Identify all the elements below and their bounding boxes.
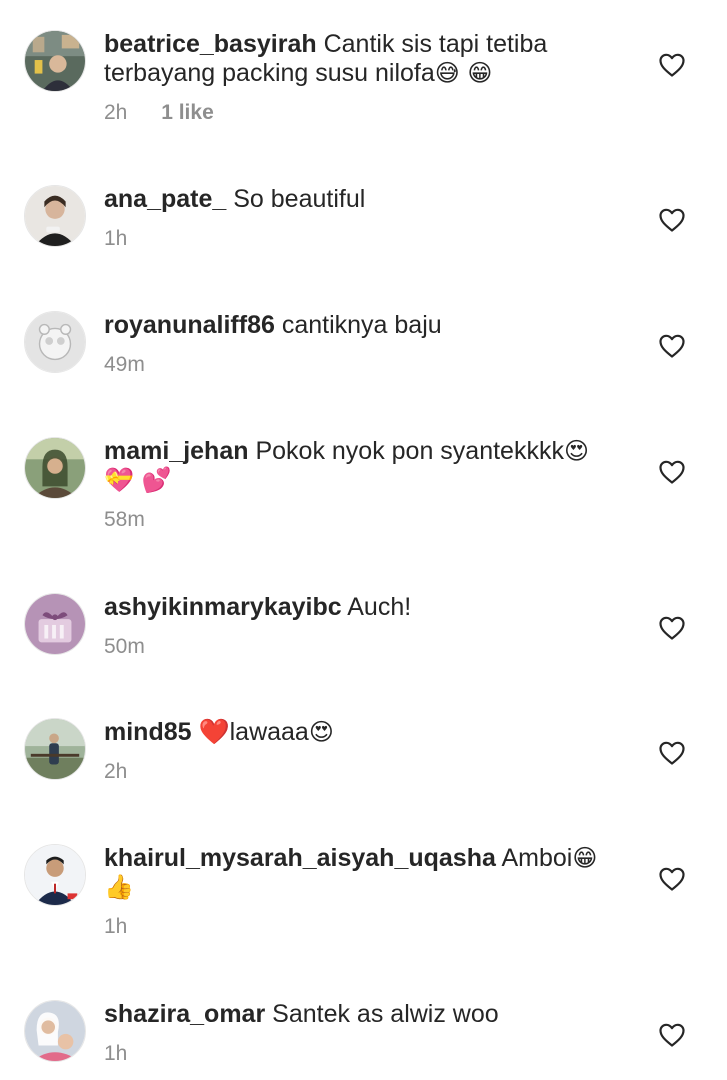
comment-text: cantiknya baju [281,311,442,339]
username-link[interactable]: mind85 [104,718,192,746]
username-link[interactable]: mami_jehan [104,437,249,465]
username-link[interactable]: beatrice_basyirah [104,30,317,58]
avatar[interactable] [24,718,86,780]
heart-outline-icon[interactable] [659,460,685,484]
heart-outline-icon[interactable] [659,741,685,765]
avatar[interactable] [24,311,86,373]
username-link[interactable]: ana_pate_ [104,185,226,213]
comment-text: Auch! [347,593,412,621]
username-link[interactable]: shazira_omar [104,1000,265,1028]
username-link[interactable]: khairul_mysarah_aisyah_uqasha [104,844,496,872]
comment-timestamp: 1h [104,915,128,938]
comment-text: ❤️lawaaa [198,718,309,746]
comment-timestamp: 58m [104,508,145,531]
avatar[interactable] [24,1000,86,1062]
heart-outline-icon[interactable] [659,334,685,358]
heart-outline-icon[interactable] [659,1023,685,1047]
comment-timestamp: 2h [104,101,128,124]
likes-count-link[interactable]: 1 like [161,101,214,124]
heart-outline-icon[interactable] [659,616,685,640]
avatar[interactable] [24,185,86,247]
comment-text: Pokok nyok pon syantekkkk [255,437,564,465]
avatar[interactable] [24,30,86,92]
comment-timestamp: 49m [104,353,145,376]
comment-emojis: 😍 [308,718,334,746]
comment-timestamp: 50m [104,635,145,658]
comment-emojis: 😅 😁 [434,59,493,87]
username-link[interactable]: royanunaliff86 [104,311,275,339]
avatar[interactable] [24,593,86,655]
comment-timestamp: 1h [104,227,128,250]
comment-text: Santek as alwiz woo [272,1000,499,1028]
avatar[interactable] [24,844,86,906]
comment-text: Amboi [501,844,573,872]
avatar[interactable] [24,437,86,499]
comment-text: So beautiful [233,185,366,213]
heart-outline-icon[interactable] [659,53,685,77]
username-link[interactable]: ashyikinmarykayibc [104,593,342,621]
heart-outline-icon[interactable] [659,208,685,232]
comment-timestamp: 1h [104,1042,128,1065]
comment-timestamp: 2h [104,760,128,783]
heart-outline-icon[interactable] [659,867,685,891]
